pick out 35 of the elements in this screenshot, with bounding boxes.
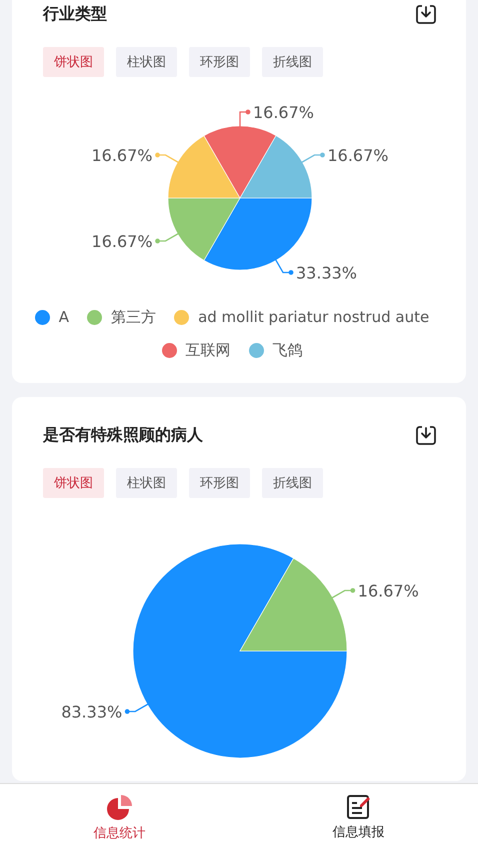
data-label: 16.67%: [327, 146, 388, 165]
legend-label: 互联网: [186, 340, 230, 361]
chart-type-tab[interactable]: 柱状图: [116, 468, 177, 498]
legend-label: A: [58, 307, 70, 328]
leader-line: [124, 702, 150, 714]
leader-line: [239, 110, 250, 128]
card-title: 行业类型: [43, 4, 107, 24]
chart-type-tab[interactable]: 折线图: [262, 47, 323, 77]
download-icon[interactable]: [415, 3, 437, 25]
leader-line: [274, 258, 294, 275]
leader-line: [155, 232, 180, 244]
chart-type-tab[interactable]: 饼状图: [43, 47, 104, 77]
chart-type-tab[interactable]: 环形图: [189, 47, 250, 77]
pie-chart-icon: [104, 792, 134, 820]
chart-type-tab[interactable]: 柱状图: [116, 47, 177, 77]
legend-label: 飞鸽: [272, 340, 302, 361]
data-label: 16.67%: [252, 103, 314, 122]
legend-label: 第三方: [111, 307, 156, 328]
data-label: 83.33%: [61, 702, 122, 722]
leader-line: [155, 152, 180, 164]
nav-tab[interactable]: 信息填报: [239, 784, 478, 850]
nav-tab[interactable]: 信息统计: [0, 784, 239, 850]
data-label: 16.67%: [92, 232, 153, 252]
chart-type-tab[interactable]: 折线图: [262, 468, 323, 498]
download-icon[interactable]: [415, 424, 437, 446]
leader-line: [330, 588, 356, 600]
chart-type-tab[interactable]: 饼状图: [43, 468, 104, 498]
legend-label: ad mollit pariatur nostrud aute: [198, 307, 430, 328]
form-edit-icon: [346, 794, 372, 820]
data-label: 16.67%: [358, 582, 419, 600]
leader-line: [300, 152, 325, 164]
chart-type-tab[interactable]: 环形图: [189, 468, 250, 498]
data-label: 33.33%: [296, 263, 358, 282]
data-label: 16.67%: [92, 146, 152, 166]
card-title: 是否有特殊照顾的病人: [43, 424, 203, 446]
